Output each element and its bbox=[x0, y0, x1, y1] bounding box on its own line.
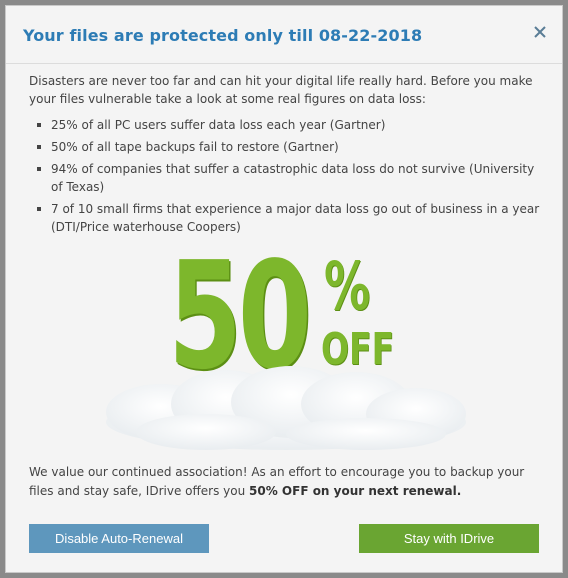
fact-item: 25% of all PC users suffer data loss eac… bbox=[37, 116, 544, 134]
offer-highlight-text: 50% OFF on your next renewal. bbox=[249, 484, 462, 498]
dialog-body: Disasters are never too far and can hit … bbox=[29, 72, 544, 240]
fact-item: 94% of companies that suffer a catastrop… bbox=[37, 160, 544, 196]
fact-item: 50% of all tape backups fail to restore … bbox=[37, 138, 544, 156]
close-icon[interactable] bbox=[530, 22, 550, 42]
intro-text: Disasters are never too far and can hit … bbox=[29, 74, 533, 106]
disable-auto-renewal-button[interactable]: Disable Auto-Renewal bbox=[29, 524, 209, 553]
fact-list: 25% of all PC users suffer data loss eac… bbox=[29, 116, 544, 236]
renewal-offer-text: We value our continued association! As a… bbox=[29, 463, 549, 501]
cloud-icon bbox=[106, 366, 466, 450]
renewal-dialog: Your files are protected only till 08-22… bbox=[5, 5, 563, 573]
dialog-titlebar: Your files are protected only till 08-22… bbox=[6, 6, 562, 64]
dialog-title: Your files are protected only till 08-22… bbox=[23, 26, 423, 45]
stay-with-idrive-button[interactable]: Stay with IDrive bbox=[359, 524, 539, 553]
discount-graphic: 50 % OFF bbox=[86, 242, 486, 454]
